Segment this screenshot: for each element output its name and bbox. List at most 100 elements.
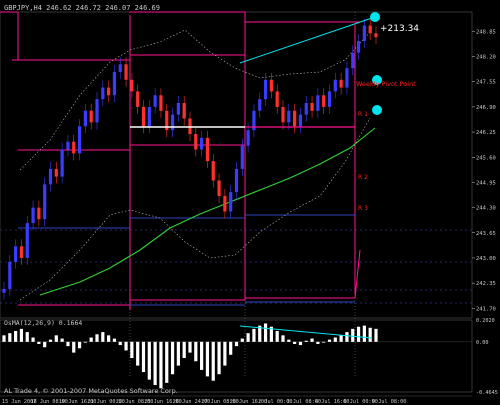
osma-bar xyxy=(83,341,87,343)
candle-body xyxy=(281,106,285,123)
chart-header: GBPJPY,H4 246.62 246.72 246.07 246.69 xyxy=(4,4,160,12)
osma-bar xyxy=(275,331,279,342)
candle-body xyxy=(8,261,12,289)
trendline-annotation: +213.34 xyxy=(380,24,419,34)
level-label: R 2 xyxy=(358,174,368,181)
osma-bar xyxy=(333,337,337,342)
candle-body xyxy=(240,145,244,169)
candle-body xyxy=(298,114,303,127)
osma-bar xyxy=(141,341,146,373)
osma-bar xyxy=(246,333,250,342)
osma-bar xyxy=(2,335,6,342)
candle-body xyxy=(25,223,29,258)
osma-bar xyxy=(66,341,70,347)
osma-bar xyxy=(176,341,180,366)
osma-bar xyxy=(327,339,332,342)
osma-bar xyxy=(153,341,157,386)
osc-tick-label: 0.2020 xyxy=(476,318,495,324)
candle-body xyxy=(374,33,378,38)
candle-body xyxy=(118,64,122,73)
y-tick-label: 244.95 xyxy=(476,180,496,186)
osma-bar xyxy=(362,325,366,342)
osma-bar xyxy=(240,338,244,342)
osma-bar xyxy=(252,328,256,342)
candle-body xyxy=(211,161,215,181)
y-tick-label: 242.35 xyxy=(476,281,496,287)
osma-bar xyxy=(182,341,186,359)
osc-tick-label: 0.00 xyxy=(476,340,489,346)
osma-bar xyxy=(345,332,349,342)
osma-bar xyxy=(89,337,93,342)
osma-bar xyxy=(200,341,204,370)
chart-canvas: 248.85 248.20 247.55 246.90 246.25 245.60 244.… xyxy=(0,0,500,405)
level-label: Weekly Pivot Point xyxy=(356,80,416,88)
candle-body xyxy=(205,137,210,162)
osma-bar xyxy=(77,341,82,349)
osma-bar xyxy=(60,338,64,342)
osma-bar xyxy=(356,326,361,342)
osma-bar xyxy=(124,341,128,351)
osma-bar xyxy=(107,335,111,342)
candle-body xyxy=(351,52,355,69)
osma-bar xyxy=(48,339,53,342)
osma-bar xyxy=(316,341,320,344)
candle-body xyxy=(182,103,186,119)
osma-bar xyxy=(101,332,105,342)
candle-body xyxy=(229,192,233,212)
y-tick-label: 246.25 xyxy=(476,130,496,136)
candle-body xyxy=(54,168,58,177)
osma-bar xyxy=(31,337,35,342)
osma-bar xyxy=(37,341,41,344)
osma-bar xyxy=(19,328,24,342)
y-tick-label: 244.30 xyxy=(476,206,496,212)
osma-bar xyxy=(351,328,355,342)
candle-body xyxy=(368,25,372,34)
candle-body xyxy=(263,79,268,100)
candle-body xyxy=(176,103,180,115)
candle-body xyxy=(339,79,343,88)
candle-body xyxy=(77,126,82,154)
osma-bar xyxy=(223,341,227,366)
candle-body xyxy=(72,141,76,154)
candle-body xyxy=(37,207,41,220)
osma-bar xyxy=(234,341,239,347)
y-tick-label: 248.85 xyxy=(476,29,496,35)
osma-bar xyxy=(298,341,303,346)
candle-body xyxy=(60,149,64,177)
osma-bar xyxy=(170,341,175,375)
osma-bar xyxy=(54,335,58,342)
y-tick-label: 243.65 xyxy=(476,231,496,237)
x-tick-label: 9 Jul 08:00 xyxy=(372,399,406,405)
chart-window: 248.85 248.20 247.55 246.90 246.25 245.60 244.… xyxy=(0,0,500,405)
candle-body xyxy=(153,95,157,107)
candle-body xyxy=(2,288,6,293)
candle-body xyxy=(333,79,337,92)
candle-body xyxy=(194,134,198,150)
osma-bar xyxy=(112,338,117,342)
candle-body xyxy=(89,110,93,123)
candle-body xyxy=(19,246,24,258)
candle-body xyxy=(316,95,320,111)
osma-bar xyxy=(304,340,308,342)
candle-body xyxy=(269,79,273,92)
osma-bar xyxy=(159,341,163,389)
candle-body xyxy=(31,207,35,224)
osma-bar xyxy=(339,335,343,342)
candle-body xyxy=(327,91,332,107)
osma-bar xyxy=(8,333,12,342)
candle-body xyxy=(141,106,146,127)
candle-body xyxy=(14,246,18,262)
candle-body xyxy=(287,110,291,123)
oscillator-title: OsMA(12,26,9) 0.1664 xyxy=(4,319,82,327)
trend-marker xyxy=(372,105,382,115)
candle-body xyxy=(362,25,366,42)
osma-bar xyxy=(165,341,169,383)
osma-bar xyxy=(211,341,215,381)
osma-bar xyxy=(374,328,378,342)
osma-bar xyxy=(293,341,297,344)
candle-body xyxy=(258,99,262,111)
osma-bar xyxy=(136,341,140,366)
osma-bar xyxy=(310,338,314,342)
osma-bar xyxy=(72,341,76,353)
osma-bar xyxy=(287,339,291,342)
